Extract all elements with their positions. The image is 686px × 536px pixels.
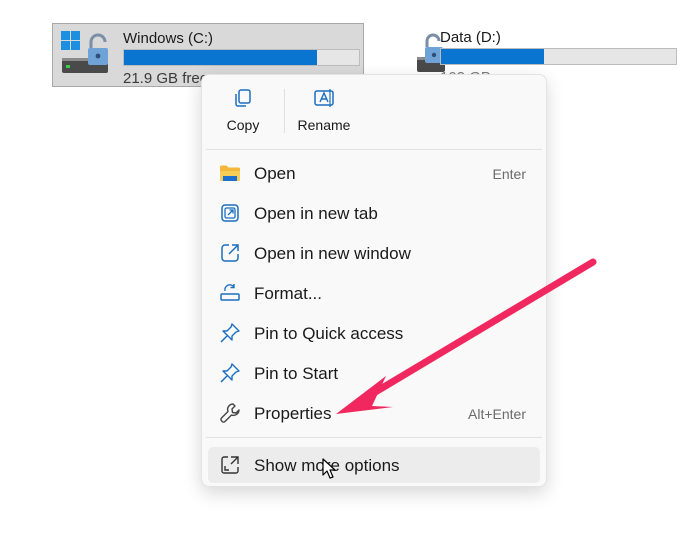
pin-icon <box>220 363 240 383</box>
rename-label: Rename <box>297 117 351 133</box>
drive-name: Data (D:) <box>440 29 501 46</box>
drive-name: Windows (C:) <box>123 30 214 47</box>
menu-item-label: Open <box>254 164 296 183</box>
menu-item-label: Pin to Quick access <box>254 324 404 343</box>
menu-item-label: Properties <box>254 404 332 423</box>
wrench-icon <box>220 403 240 423</box>
expand-icon <box>221 456 239 474</box>
menu-item-open[interactable]: Open Enter <box>208 155 540 191</box>
menu-item-label: Format... <box>254 284 323 303</box>
quick-actions-bar: Copy Rename <box>202 75 546 149</box>
menu-item-show-more-options[interactable]: Show more options <box>208 447 540 483</box>
folder-icon <box>220 165 240 181</box>
menu-item-open-new-tab[interactable]: Open in new tab <box>208 195 540 231</box>
menu-item-format[interactable]: Format... <box>208 275 540 311</box>
drive-usage-fill <box>441 49 545 64</box>
drive-usage-bar <box>440 48 677 65</box>
rename-button[interactable]: Rename <box>294 87 354 141</box>
menu-item-shortcut: Alt+Enter <box>468 406 526 422</box>
menu-item-properties[interactable]: Properties Alt+Enter <box>208 395 540 431</box>
menu-item-pin-start[interactable]: Pin to Start <box>208 355 540 391</box>
copy-label: Copy <box>226 117 260 133</box>
rename-icon <box>314 89 334 107</box>
copy-button[interactable]: Copy <box>220 87 266 141</box>
pin-icon <box>220 323 240 343</box>
format-icon <box>220 284 240 301</box>
new-tab-icon <box>221 204 239 222</box>
menu-divider <box>206 149 542 150</box>
menu-item-shortcut: Enter <box>492 166 526 182</box>
drive-free-space: 21.9 GB free <box>123 70 209 87</box>
menu-item-label: Open in new tab <box>254 204 378 223</box>
new-window-icon <box>221 244 239 262</box>
menu-divider <box>206 437 542 438</box>
menu-item-label: Pin to Start <box>254 364 339 383</box>
mouse-cursor-icon <box>322 458 336 479</box>
menu-item-label: Open in new window <box>254 244 411 263</box>
menu-item-pin-quick-access[interactable]: Pin to Quick access <box>208 315 540 351</box>
drive-usage-fill <box>124 50 317 65</box>
context-menu: Copy Rename Open Enter Open in new tab O… <box>201 74 547 487</box>
drive-lock-icon <box>61 31 108 73</box>
drive-usage-bar <box>123 49 360 66</box>
quick-actions-separator <box>284 89 285 133</box>
copy-icon <box>235 89 251 107</box>
menu-item-open-new-window[interactable]: Open in new window <box>208 235 540 271</box>
